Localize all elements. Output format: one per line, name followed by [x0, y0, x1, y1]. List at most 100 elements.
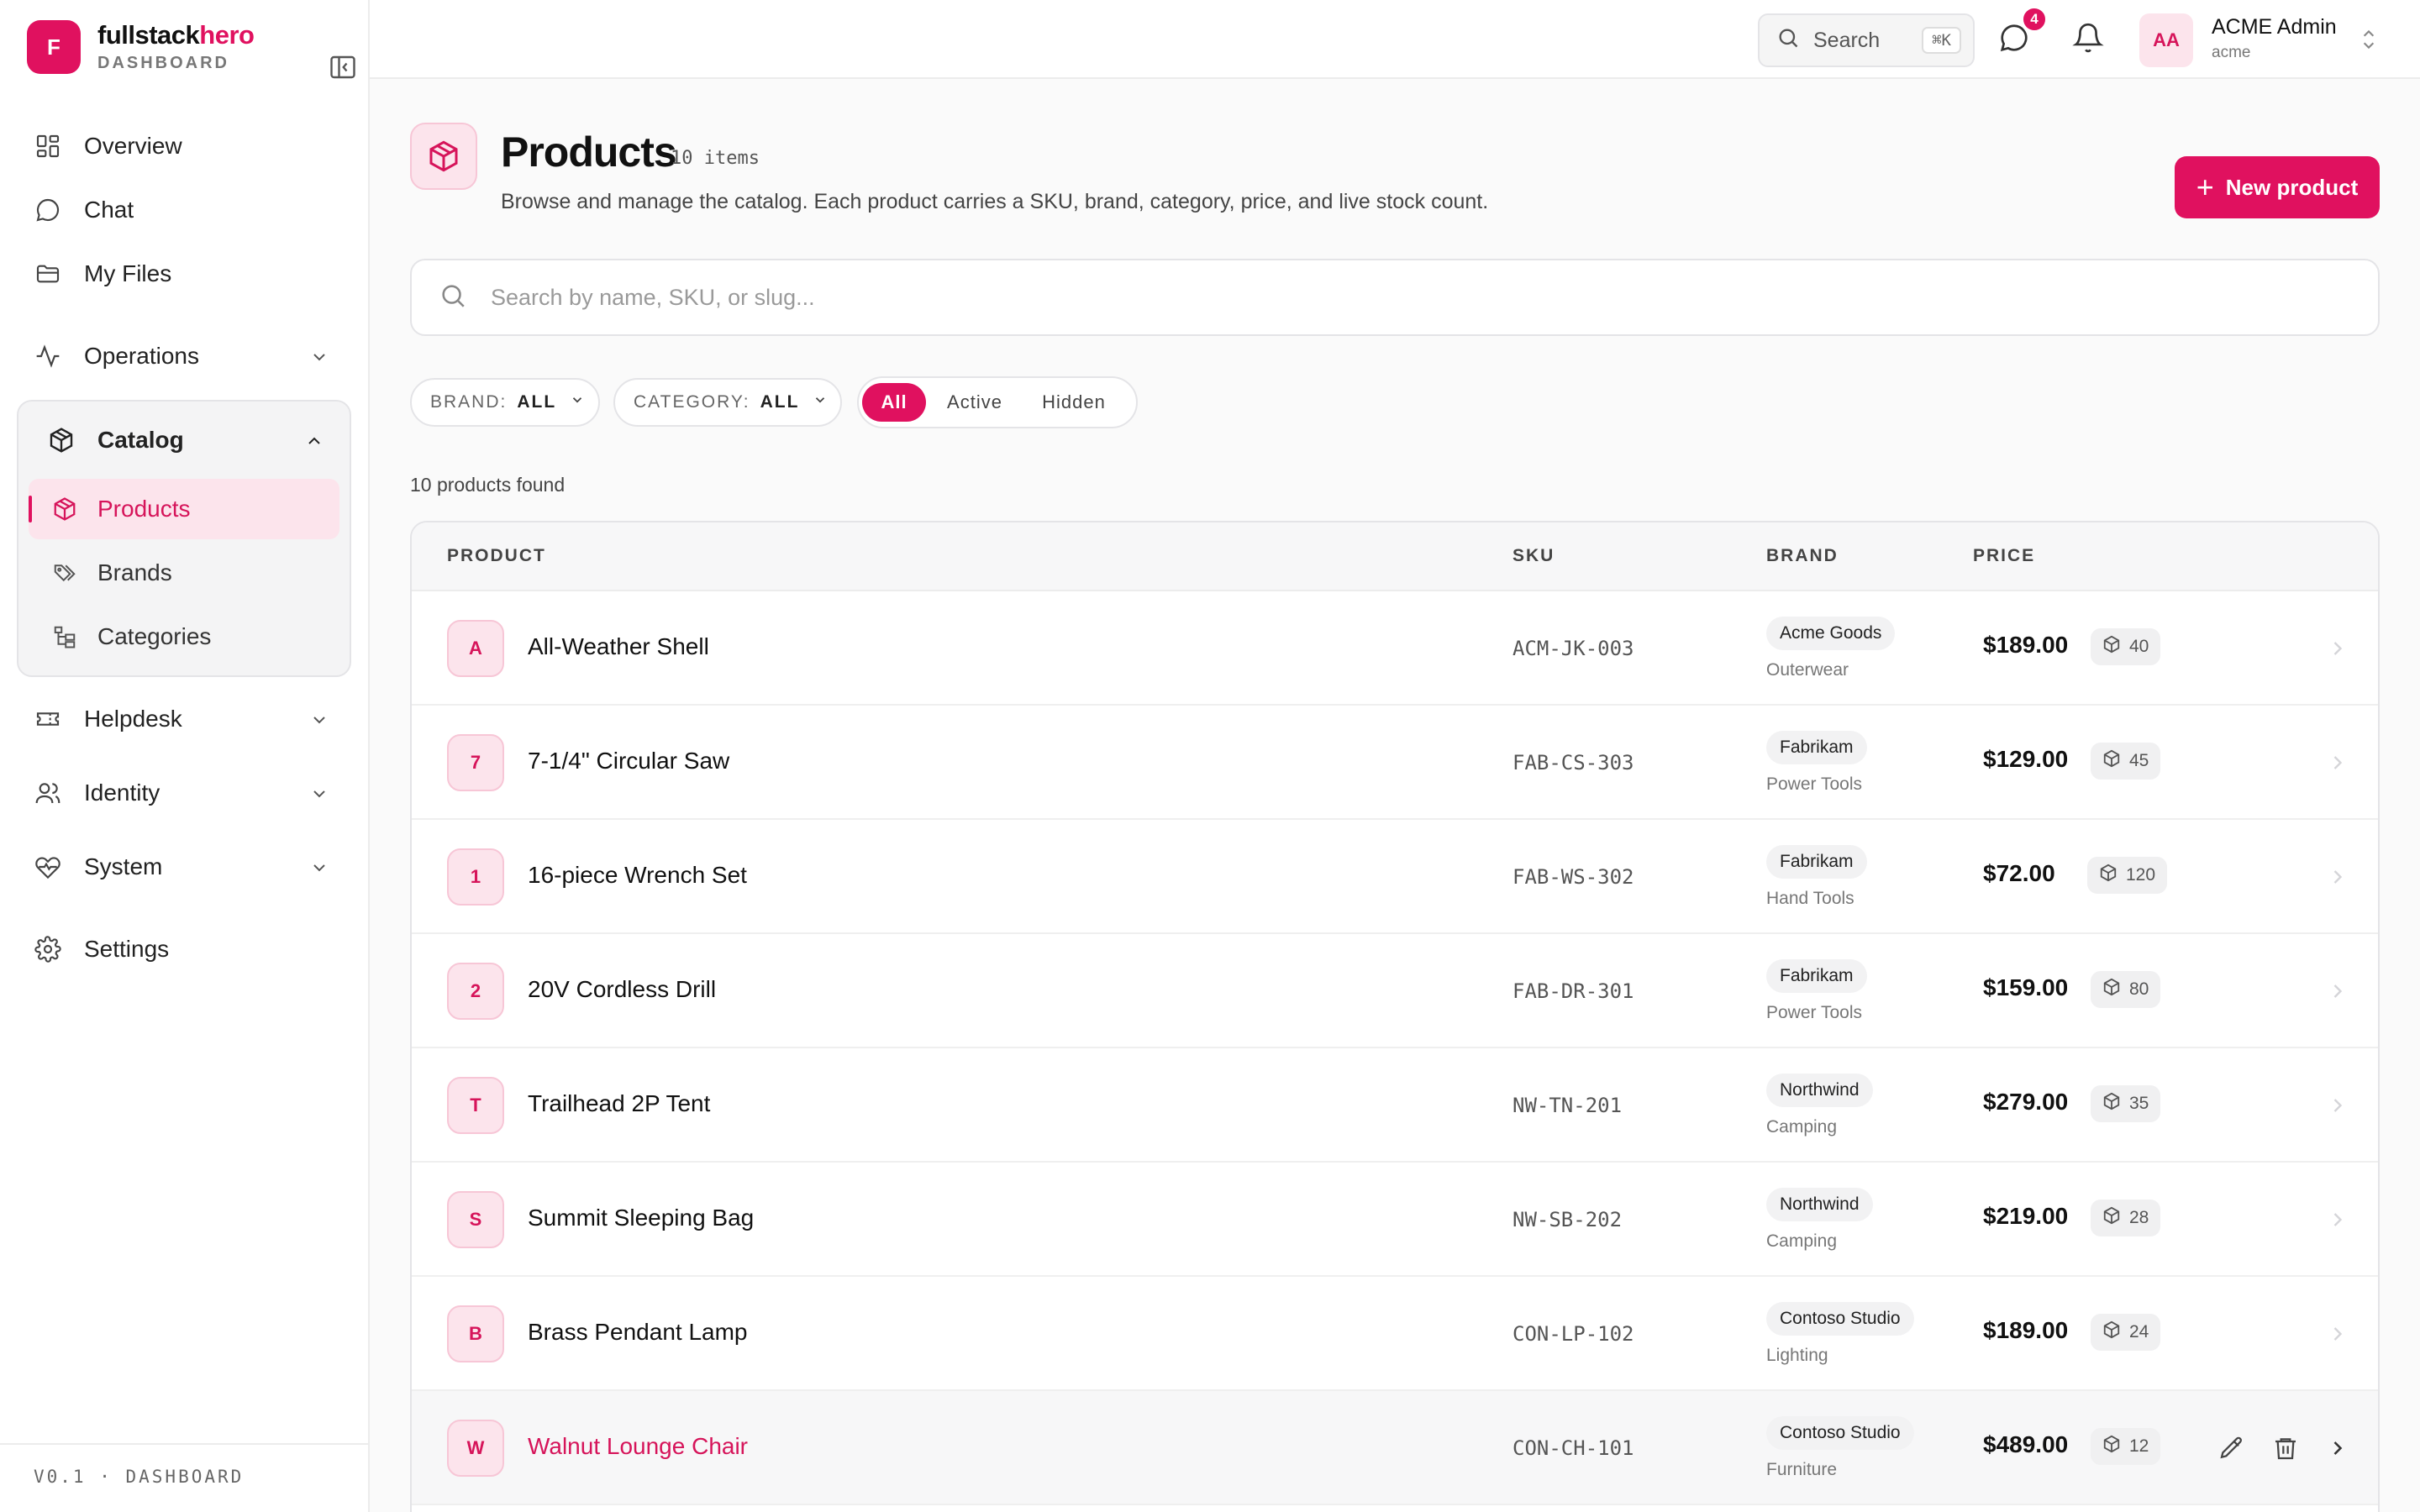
folder-icon: [34, 260, 62, 288]
chevron-up-down-icon[interactable]: [2358, 27, 2380, 56]
sidebar-item-label: Helpdesk: [84, 706, 182, 732]
package-icon: [410, 123, 477, 190]
stock-count: 12: [2129, 1436, 2149, 1456]
bell-icon[interactable]: [2072, 22, 2109, 59]
tags-icon: [50, 559, 79, 587]
stock-count: 28: [2129, 1208, 2149, 1227]
global-search-button[interactable]: Search ⌘K: [1758, 13, 1975, 67]
product-name[interactable]: All-Weather Shell: [528, 633, 709, 660]
brand-badge: Fabrikam: [1766, 845, 1867, 879]
status-option-all[interactable]: All: [862, 383, 926, 422]
product-name[interactable]: Brass Pendant Lamp: [528, 1319, 748, 1346]
sidebar-item-categories[interactable]: Categories: [29, 606, 339, 667]
product-sku: FAB-DR-301: [1512, 979, 1634, 1003]
chevron-right-icon[interactable]: [2326, 1322, 2349, 1350]
table-row[interactable]: S Summit Sleeping Bag NW-SB-202 Northwind Ca…: [412, 1163, 2378, 1277]
product-avatar: 1: [447, 848, 504, 906]
column-header-price[interactable]: PRICE: [1973, 546, 2035, 566]
sidebar-item-operations[interactable]: Operations: [34, 331, 336, 381]
chevron-right-icon[interactable]: [2326, 1436, 2349, 1464]
brand-badge: Fabrikam: [1766, 959, 1867, 993]
filter-key: CATEGORY:: [634, 392, 750, 412]
sidebar-item-files[interactable]: My Files: [34, 249, 336, 299]
table-row[interactable]: 7 7-1/4" Circular Saw FAB-CS-303 Fabrikam Po…: [412, 706, 2378, 820]
column-header-product[interactable]: PRODUCT: [447, 546, 546, 566]
chevron-right-icon[interactable]: [2326, 979, 2349, 1007]
product-price: $72.00: [1983, 860, 2055, 886]
sidebar-item-label: System: [84, 853, 163, 879]
chevron-down-icon: [309, 709, 329, 736]
sidebar-item-settings[interactable]: Settings: [34, 924, 336, 974]
new-product-button[interactable]: + New product: [2175, 156, 2380, 218]
status-option-hidden[interactable]: Hidden: [1023, 383, 1124, 422]
brand[interactable]: F fullstackhero DASHBOARD: [27, 20, 355, 79]
table-row[interactable]: W Walnut Lounge Chair CON-CH-101 Contoso St…: [412, 1391, 2378, 1505]
brand-badge: Northwind: [1766, 1074, 1873, 1107]
chevron-right-icon[interactable]: [2326, 751, 2349, 779]
product-avatar: T: [447, 1077, 504, 1134]
product-sku: CON-LP-102: [1512, 1322, 1634, 1346]
product-name[interactable]: Walnut Lounge Chair: [528, 1433, 748, 1460]
page-description: Browse and manage the catalog. Each prod…: [501, 190, 1489, 213]
search-icon: [439, 281, 467, 314]
sidebar-item-chat[interactable]: Chat: [34, 185, 336, 235]
chevron-down-icon: [309, 783, 329, 810]
sidebar-item-identity[interactable]: Identity: [34, 768, 336, 818]
table-row[interactable]: 2 20V Cordless Drill FAB-DR-301 Fabrikam Pow…: [412, 934, 2378, 1048]
chevron-down-icon: [813, 392, 828, 412]
product-name[interactable]: Trailhead 2P Tent: [528, 1090, 710, 1117]
brand-name: fullstackhero: [97, 20, 255, 50]
chevron-right-icon[interactable]: [2326, 1094, 2349, 1121]
messages-badge: 4: [2022, 7, 2047, 32]
grid-icon: [34, 132, 62, 160]
chevron-right-icon[interactable]: [2326, 1208, 2349, 1236]
product-category: Camping: [1766, 1231, 1838, 1251]
chevron-down-icon: [309, 857, 329, 884]
sidebar-item-system[interactable]: System: [34, 842, 336, 892]
sidebar: F fullstackhero DASHBOARD Overview Chat …: [0, 0, 370, 1512]
search-label: Search: [1813, 28, 1881, 52]
sidebar-item-label: Identity: [84, 780, 160, 806]
product-name[interactable]: Summit Sleeping Bag: [528, 1205, 754, 1231]
ticket-icon: [34, 705, 62, 733]
sidebar-item-label: Products: [97, 496, 191, 522]
user-avatar[interactable]: AA: [2139, 13, 2193, 67]
sidebar-item-catalog[interactable]: Catalog: [47, 415, 331, 465]
brand-subtitle: DASHBOARD: [97, 54, 229, 72]
product-search: [410, 259, 2380, 336]
product-name[interactable]: 16-piece Wrench Set: [528, 862, 747, 889]
user-name[interactable]: ACME Admin: [2212, 15, 2337, 39]
stock-count: 35: [2129, 1094, 2149, 1113]
chevron-right-icon[interactable]: [2326, 637, 2349, 664]
sidebar-item-overview[interactable]: Overview: [34, 121, 336, 171]
product-avatar: S: [447, 1191, 504, 1248]
table-row[interactable]: T Trailhead 2P Tent NW-TN-201 Northwind Camp…: [412, 1048, 2378, 1163]
product-name[interactable]: 7-1/4" Circular Saw: [528, 748, 729, 774]
package-icon: [2099, 864, 2126, 887]
column-header-sku[interactable]: SKU: [1512, 546, 1555, 566]
table-row[interactable]: 1 16-piece Wrench Set FAB-WS-302 Fabrikam Ha…: [412, 820, 2378, 934]
sidebar-item-helpdesk[interactable]: Helpdesk: [34, 694, 336, 744]
table-row[interactable]: A All-Weather Shell ACM-JK-003 Acme Goods Ou…: [412, 591, 2378, 706]
edit-icon[interactable]: [2218, 1435, 2245, 1466]
product-category: Lighting: [1766, 1346, 1828, 1365]
page-title: Products: [501, 129, 677, 176]
results-count: 10 products found: [410, 474, 566, 496]
status-option-active[interactable]: Active: [931, 383, 1018, 422]
product-price: $219.00: [1983, 1203, 2069, 1229]
search-input[interactable]: [491, 284, 2171, 311]
sidebar-item-label: Settings: [84, 936, 170, 962]
column-header-brand[interactable]: BRAND: [1766, 546, 1839, 566]
brand-filter-dropdown[interactable]: BRAND: ALL: [410, 378, 600, 427]
trash-icon[interactable]: [2272, 1435, 2299, 1466]
chevron-right-icon[interactable]: [2326, 865, 2349, 893]
sidebar-collapse-icon[interactable]: [328, 52, 361, 82]
table-row[interactable]: B Brass Pendant Lamp CON-LP-102 Contoso Stu…: [412, 1277, 2378, 1391]
sidebar-item-brands[interactable]: Brands: [29, 543, 339, 603]
page-item-count: 10 items: [671, 148, 760, 169]
sidebar-item-products[interactable]: Products: [29, 479, 339, 539]
category-filter-dropdown[interactable]: CATEGORY: ALL: [613, 378, 842, 427]
product-name[interactable]: 20V Cordless Drill: [528, 976, 716, 1003]
gear-icon: [34, 935, 62, 963]
product-price: $189.00: [1983, 1317, 2069, 1343]
